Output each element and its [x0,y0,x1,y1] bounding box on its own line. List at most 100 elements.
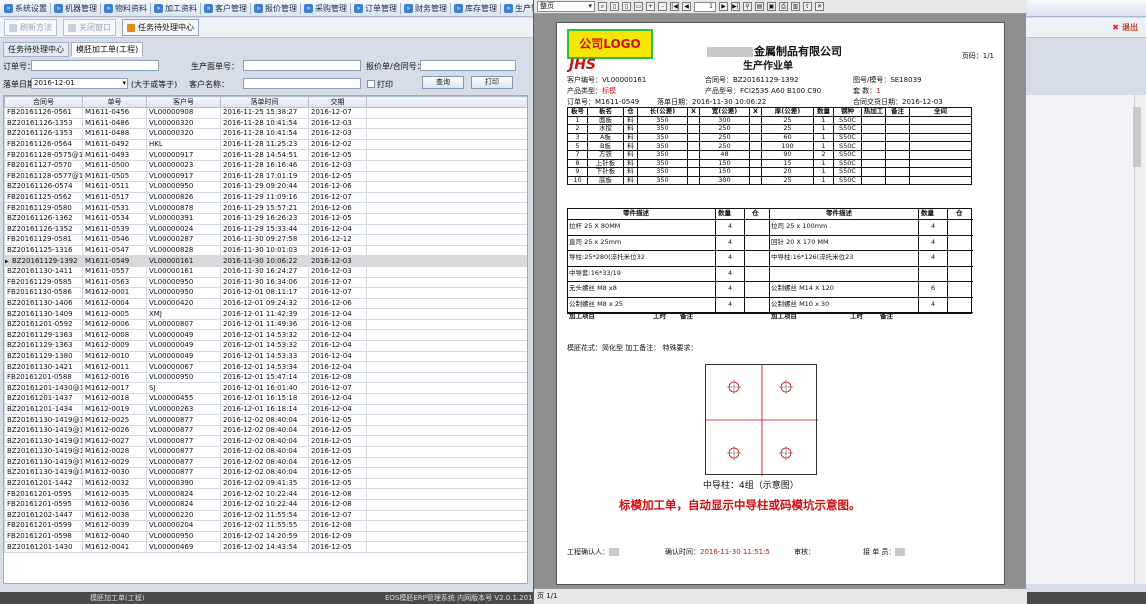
exit-button[interactable]: ✖ 退出 [1112,22,1138,33]
table-cell: 2016-12-05 [308,467,367,479]
zoom-select[interactable]: 整页 [537,1,595,12]
order-no-input[interactable] [31,60,159,71]
menu-item-6[interactable]: » 采购管理 [304,3,347,14]
column-header[interactable]: 交期 [308,96,367,108]
table-row[interactable]: BZ20161130-1411 M1611-0557 VL00000161 2016-… [4,265,527,278]
table-row[interactable]: BZ20161130-1421 M1612-0011 VL00000067 2016-… [4,361,527,373]
menu-item-8[interactable]: » 财务管理 [404,3,447,14]
table-row[interactable]: FB20161129-0585 M1611-0563 VL00000950 2016-… [4,276,527,289]
table-row[interactable]: FB20161126-0561 M1611-0456 VL00000908 2016-… [4,107,527,119]
table-row[interactable]: BZ20161130-1419@1 M1612-0029 VL00000877 201… [4,456,527,469]
grid-scrollbar[interactable] [1133,95,1144,584]
table-row[interactable]: BZ20161201-1437 M1612-0018 VL00000455 2016-… [4,393,527,405]
table-row[interactable]: BZ20161202-1447 M1612-0038 VL00000220 2016-… [4,509,527,522]
drawing-no: 图号/模号：SE18039 [853,76,922,84]
print-button[interactable]: 打印 [471,76,513,89]
table-row[interactable]: BZ20161201-1430@1 M1612-0017 SJ 2016-12-01 … [4,382,527,395]
menu-item-5[interactable]: » 报价管理 [254,3,297,14]
table-row[interactable]: FB20161201-0598 M1612-0040 VL00000950 2016-… [4,530,527,543]
table-row[interactable]: BZ20161201-0592 M1612-0006 VL00000807 2016-… [4,318,527,331]
table-row[interactable]: BZ20161126-1353 M1611-0486 VL00000320 2016-… [4,117,527,130]
zoom-in-icon[interactable]: + [646,2,655,11]
search-icon[interactable]: ⌕ [598,2,607,11]
menu-item-1[interactable]: » 机器管理 [54,3,97,14]
table-cell: 2016-12-05 [308,424,367,437]
table-row[interactable]: FB20161201-0595 M1612-0036 VL00000824 2016-… [4,498,527,511]
table-row[interactable]: BZ20161130-1409 M1612-0005 XMJ 2016-12-01 1… [4,308,527,320]
export-icon[interactable]: ⇪ [803,2,812,11]
table-row[interactable]: BZ20161201-1434 M1612-0019 VL00000263 2016-… [4,403,527,416]
two-page-icon[interactable]: ▯ [622,2,631,11]
prev-page-icon[interactable]: ◀ [682,2,691,11]
part-desc-right: 公制螺丝 M10 x 30 [771,299,830,308]
open-icon[interactable]: ▤ [755,2,764,11]
menu-item-label: 客户管理 [215,3,247,13]
menu-item-2[interactable]: » 物料资料 [104,3,147,14]
column-header[interactable]: 单号 [82,96,147,108]
menu-item-9[interactable]: » 库存管理 [454,3,497,14]
print-checkbox[interactable] [367,80,375,88]
zoom-out-icon[interactable]: - [658,2,667,11]
menu-item-3[interactable]: » 加工资料 [154,3,197,14]
guide-pillar-diagram [705,364,818,476]
table-row[interactable]: FB20161126-0564 M1611-0492 HKL 2016-11-28 1… [4,138,527,151]
table-row[interactable]: BZ20161130-1406 M1612-0004 VL00000420 2016-… [4,297,527,310]
table-row[interactable]: BZ20161126-1353 M1611-0488 VL00000320 2016-… [4,128,527,140]
order-date-picker[interactable]: 2016-12-01 ▾ [31,78,128,89]
table-row[interactable]: BZ20161130-1419@1 M1612-0026 VL00000877 201… [4,424,527,437]
close-viewer-icon[interactable]: ✕ [815,2,824,11]
table-row[interactable]: FB20161129-0580 M1611-0531 VL00000878 2016-… [4,202,527,214]
tab-task-center[interactable]: 任务待处理中心 [3,42,69,57]
table-row[interactable]: FB20161130-0586 M1612-0001 VL00000950 2016-… [4,287,527,299]
last-page-icon[interactable]: ▶| [731,2,740,11]
table-row[interactable]: BZ20161126-0574 M1611-0511 VL00000950 2016-… [4,181,527,193]
table-row[interactable]: FB20161129-0581 M1611-0546 VL00000287 2016-… [4,234,527,246]
page-setup-icon[interactable]: ▥ [791,2,800,11]
table-row[interactable]: BZ20161130-1419@1 M1612-0025 VL00000877 201… [4,414,527,426]
quote-contract-input[interactable] [420,60,516,71]
table-row[interactable]: BZ20161125-1316 M1611-0547 VL00000828 2016-… [4,244,527,257]
menu-item-7[interactable]: » 订单管理 [354,3,397,14]
table-row[interactable]: BZ20161126-1362 M1611-0534 VL00000391 2016-… [4,212,527,225]
table-row[interactable]: BZ20161129-1380 M1612-0010 VL00000049 2016-… [4,350,527,363]
table-row[interactable]: FB20161128-0577@1 M1611-0505 VL00000917 201… [4,170,527,183]
page-number-input[interactable]: 1 [694,1,716,12]
table-row[interactable]: FB20161125-0562 M1611-0517 VL00000826 2016-… [4,191,527,204]
menu-item-label: 加工资料 [165,3,197,13]
table-row[interactable]: BZ20161201-1430 M1612-0041 VL00000469 2016-… [4,541,527,553]
single-page-icon[interactable]: ▯ [610,2,619,11]
customer-name-input[interactable] [243,78,361,89]
print-icon[interactable]: ⎙ [779,2,788,11]
table-row[interactable]: BZ20161130-1419@1 M1612-0027 VL00000877 201… [4,435,527,447]
next-page-icon[interactable]: ▶ [719,2,728,11]
chevron-down-icon[interactable]: ▾ [122,79,126,88]
first-page-icon[interactable]: |◀ [670,2,679,11]
table-row[interactable]: BZ20161129-1363 M1612-0008 VL00000049 2016-… [4,329,527,342]
table-row[interactable]: BZ20161129-1363 M1612-0009 VL00000049 2016-… [4,340,527,352]
refresh-button[interactable]: 刷新方法 [4,19,57,36]
menu-item-4[interactable]: » 客户管理 [204,3,247,14]
column-header[interactable]: 落单时间 [220,96,309,108]
table-row[interactable]: FB20161201-0599 M1612-0039 VL00000204 2016-… [4,520,527,532]
tab-mold-base-processing[interactable]: 模胚加工单(工程) [71,42,144,57]
table-row[interactable]: ▶BZ20161129-1392M1611-0549VL000001612016… [4,255,527,267]
task-center-button[interactable]: 任务待处理中心 [122,19,199,36]
menu-item-0[interactable]: » 系统设置 [4,3,47,14]
table-row[interactable]: FB20161127-0570 M1611-0500 VL00000023 2016-… [4,159,527,172]
table-row[interactable]: BZ20161130-1419@1 M1612-0028 VL00000877 201… [4,446,527,458]
page-width-icon[interactable]: ▭ [634,2,643,11]
save-icon[interactable]: ▣ [767,2,776,11]
query-button[interactable]: 查询 [422,76,464,89]
production-no-input[interactable] [243,60,361,71]
column-header[interactable]: 合同号 [4,96,83,108]
table-row[interactable]: FB20161128-0575@1 M1611-0493 VL00000917 201… [4,149,527,161]
column-header[interactable]: 客户号 [146,96,221,108]
table-row[interactable]: FB20161201-0588 M1612-0016 VL00000950 2016-… [4,371,527,384]
close-window-button[interactable]: 关闭窗口 [63,19,116,36]
scrollbar-thumb[interactable] [1133,107,1141,167]
table-row[interactable]: BZ20161126-1352 M1611-0539 VL00000024 2016-… [4,223,527,236]
table-row[interactable]: FB20161201-0595 M1612-0035 VL00000824 2016-… [4,488,527,500]
table-row[interactable]: BZ20161130-1419@1 M1612-0030 VL00000877 201… [4,467,527,479]
table-row[interactable]: BZ20161201-1442 M1612-0032 VL00000390 2016-… [4,477,527,490]
find-icon[interactable]: ⚲ [743,2,752,11]
